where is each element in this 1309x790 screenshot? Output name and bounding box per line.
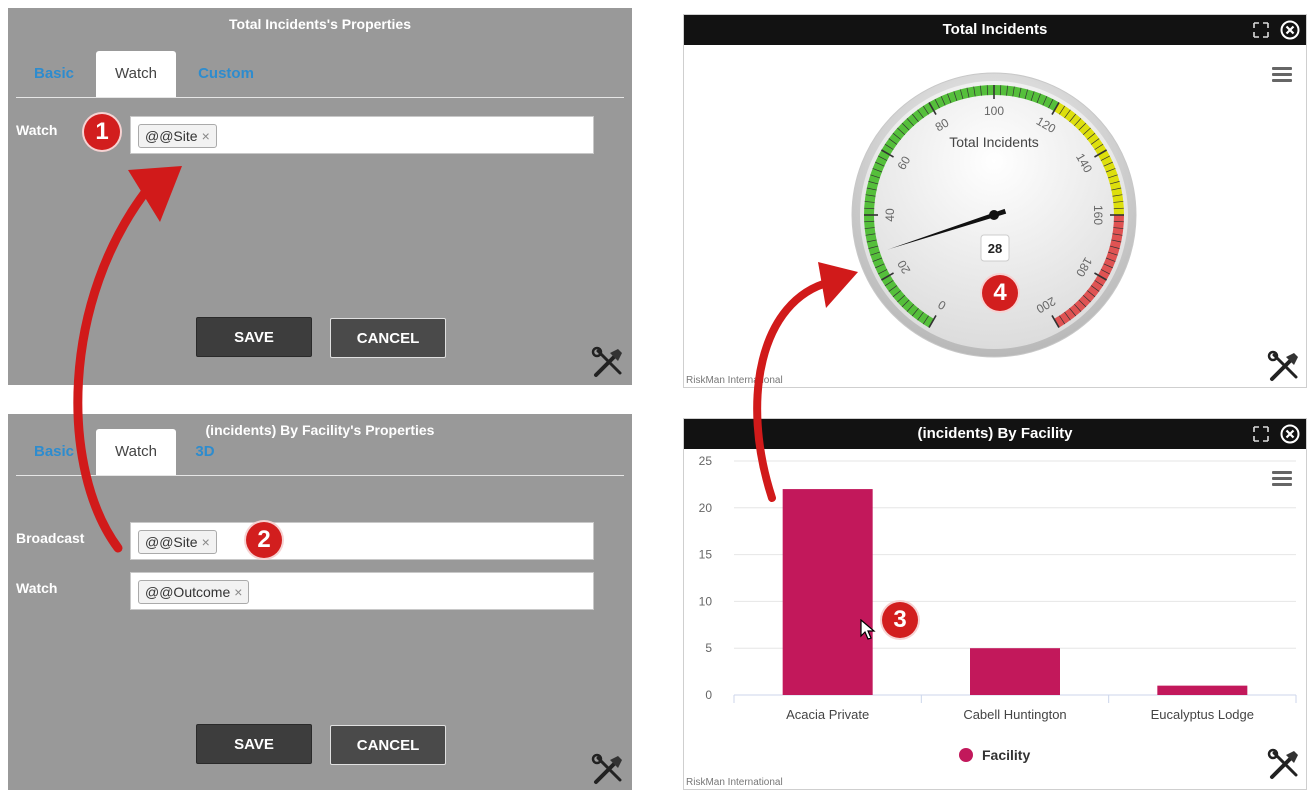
cancel-button[interactable]: CANCEL	[330, 725, 446, 765]
bar-chart: 0 5 10 15 20 25 Acacia Private Cabell Huntingt…	[699, 454, 1297, 763]
annotation-badge-2: 2	[246, 522, 282, 558]
incidents-by-facility-widget: (incidents) By Facility 0 5 10 15 20 25 Acaci…	[683, 418, 1307, 790]
cursor-icon	[860, 619, 876, 640]
watch-label: Watch	[16, 122, 58, 138]
tab-basic[interactable]: Basic	[14, 429, 94, 475]
x-tick-label: Acacia Private	[786, 707, 869, 722]
widget-header: Total Incidents	[684, 15, 1306, 45]
broadcast-label: Broadcast	[16, 530, 85, 546]
gauge-value: 28	[988, 241, 1002, 256]
bar-1[interactable]	[970, 648, 1060, 695]
save-button[interactable]: SAVE	[196, 317, 312, 357]
tools-icon[interactable]	[590, 752, 626, 788]
chip-remove-icon[interactable]: ×	[234, 584, 242, 600]
chip-remove-icon[interactable]: ×	[202, 534, 210, 550]
incidents-by-facility-properties-panel: (incidents) By Facility's Properties Bas…	[8, 414, 632, 790]
tab-divider	[16, 97, 624, 98]
tab-bar: Basic Watch Custom	[8, 51, 632, 97]
legend-label[interactable]: Facility	[982, 747, 1030, 763]
widget-header: (incidents) By Facility	[684, 419, 1306, 449]
widget-title: (incidents) By Facility	[917, 425, 1073, 442]
panel-title: Total Incidents's Properties	[229, 16, 411, 32]
gauge-tick-label: 160	[1091, 205, 1105, 225]
dashboard-screen: Total Incidents's Properties Basic Watch…	[0, 0, 1309, 790]
y-tick-label: 15	[699, 548, 713, 562]
annotation-badge-3: 3	[882, 602, 918, 638]
tab-divider	[16, 475, 624, 476]
chip-text: @@Outcome	[145, 584, 231, 600]
total-incidents-widget: Total Incidents 0 20 40 60 80 100 120 14…	[683, 14, 1307, 388]
watch-label: Watch	[16, 580, 58, 596]
legend-marker[interactable]	[959, 748, 973, 762]
chart-credit[interactable]: RiskMan International	[686, 777, 783, 788]
gauge-tick-label: 100	[984, 104, 1004, 118]
gauge-tick-label: 40	[883, 208, 897, 222]
watch-input[interactable]: @@Site ×	[130, 116, 594, 154]
cancel-button[interactable]: CANCEL	[330, 318, 446, 358]
bar-0[interactable]	[782, 489, 873, 695]
broadcast-chip[interactable]: @@Site ×	[138, 530, 217, 554]
y-tick-label: 0	[705, 688, 712, 702]
gauge-chart: 020406080100120140160180200 Total Incide…	[851, 72, 1137, 358]
total-incidents-properties-panel: Total Incidents's Properties Basic Watch…	[8, 8, 632, 385]
x-tick-label: Cabell Huntington	[963, 707, 1066, 722]
chip-text: @@Site	[145, 128, 198, 144]
bar-2[interactable]	[1157, 685, 1248, 695]
tools-icon[interactable]	[1266, 747, 1302, 783]
save-button[interactable]: SAVE	[196, 724, 312, 764]
gauge-label: Total Incidents	[949, 134, 1039, 150]
expand-icon[interactable]	[1252, 21, 1270, 39]
watch-chip[interactable]: @@Site ×	[138, 124, 217, 148]
annotation-badge-1: 1	[84, 114, 120, 150]
chart-credit[interactable]: RiskMan International	[686, 375, 783, 386]
widget-title: Total Incidents	[942, 21, 1048, 38]
tools-icon[interactable]	[590, 345, 626, 381]
tab-custom[interactable]: Custom	[184, 51, 268, 97]
watch-chip[interactable]: @@Outcome ×	[138, 580, 250, 604]
y-tick-label: 5	[705, 641, 712, 655]
tab-watch[interactable]: Watch	[96, 429, 176, 475]
tab-watch[interactable]: Watch	[96, 51, 176, 97]
gauge-pivot	[989, 210, 999, 220]
tab-basic[interactable]: Basic	[16, 51, 92, 97]
chip-remove-icon[interactable]: ×	[202, 128, 210, 144]
x-tick-label: Eucalyptus Lodge	[1151, 707, 1254, 722]
y-tick-label: 25	[699, 454, 713, 468]
y-tick-label: 20	[699, 501, 713, 515]
menu-icon[interactable]	[1272, 67, 1292, 83]
y-tick-label: 10	[699, 594, 713, 608]
close-icon[interactable]	[1280, 424, 1300, 444]
annotation-badge-4: 4	[982, 275, 1018, 311]
chip-text: @@Site	[145, 534, 198, 550]
broadcast-input[interactable]: @@Site ×	[130, 522, 594, 560]
tab-bar: Basic Watch 3D	[8, 429, 632, 475]
tools-icon[interactable]	[1266, 349, 1302, 385]
watch-input[interactable]: @@Outcome ×	[130, 572, 594, 610]
expand-icon[interactable]	[1252, 425, 1270, 443]
tab-3d[interactable]: 3D	[180, 429, 230, 475]
close-icon[interactable]	[1280, 20, 1300, 40]
